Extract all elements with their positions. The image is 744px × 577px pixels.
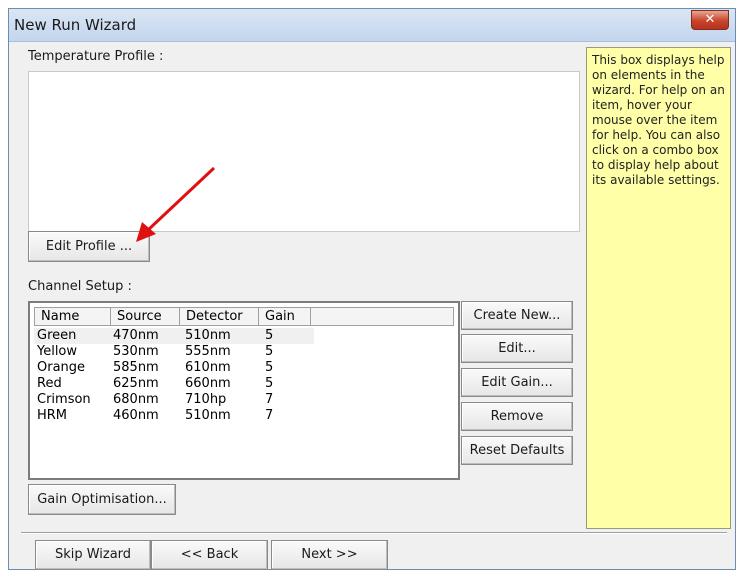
- back-label: << Back: [180, 547, 239, 562]
- skip-wizard-label: Skip Wizard: [54, 547, 132, 562]
- edit-gain-button[interactable]: Edit Gain...: [461, 368, 573, 397]
- channel-detector: 610nm: [185, 360, 231, 375]
- channel-row[interactable]: Green 470nm 510nm 5: [34, 328, 314, 344]
- create-new-label: Create New...: [473, 308, 561, 323]
- channel-detector: 710hp: [185, 392, 227, 407]
- channel-source: 460nm: [113, 408, 159, 423]
- channel-gain: 5: [265, 328, 274, 343]
- channel-source: 530nm: [113, 344, 159, 359]
- channel-detector: 555nm: [185, 344, 231, 359]
- channel-name: Yellow: [37, 344, 78, 359]
- edit-gain-label: Edit Gain...: [481, 375, 553, 390]
- channel-list[interactable]: Name Source Detector Gain Green 470nm 51…: [28, 301, 460, 480]
- back-button[interactable]: << Back: [151, 540, 268, 570]
- channel-detector: 510nm: [185, 328, 231, 343]
- channel-row[interactable]: Orange 585nm 610nm 5: [34, 360, 314, 376]
- channel-gain: 5: [265, 376, 274, 391]
- channel-name: Crimson: [37, 392, 91, 407]
- remove-label: Remove: [490, 409, 544, 424]
- temperature-profile-label: Temperature Profile :: [28, 49, 164, 64]
- edit-profile-label: Edit Profile ...: [45, 239, 133, 254]
- new-run-wizard-window: New Run Wizard ✕ Temperature Profile : E…: [8, 8, 736, 570]
- channel-source: 470nm: [113, 328, 159, 343]
- edit-channel-label: Edit...: [498, 341, 536, 356]
- channel-gain: 7: [265, 408, 274, 423]
- channel-row[interactable]: Red 625nm 660nm 5: [34, 376, 314, 392]
- create-new-button[interactable]: Create New...: [461, 301, 573, 330]
- channel-row[interactable]: Crimson 680nm 710hp 7: [34, 392, 314, 408]
- gain-optimisation-button[interactable]: Gain Optimisation...: [28, 484, 176, 515]
- column-header-gain[interactable]: Gain: [258, 307, 311, 326]
- next-label: Next >>: [301, 547, 358, 562]
- gain-optimisation-label: Gain Optimisation...: [37, 492, 167, 507]
- temperature-profile-area[interactable]: [28, 71, 580, 232]
- column-header-blank: [310, 307, 454, 326]
- channel-name: Orange: [37, 360, 86, 375]
- channel-detector: 660nm: [185, 376, 231, 391]
- channel-row[interactable]: Yellow 530nm 555nm 5: [34, 344, 314, 360]
- channel-detector: 510nm: [185, 408, 231, 423]
- next-button[interactable]: Next >>: [271, 540, 388, 570]
- window-title: New Run Wizard: [14, 16, 137, 34]
- footer-separator: [21, 532, 727, 534]
- column-header-detector[interactable]: Detector: [179, 307, 259, 326]
- edit-channel-button[interactable]: Edit...: [461, 334, 573, 363]
- close-button[interactable]: ✕: [691, 10, 729, 30]
- channel-source: 585nm: [113, 360, 159, 375]
- channel-row[interactable]: HRM 460nm 510nm 7: [34, 408, 314, 424]
- remove-button[interactable]: Remove: [461, 402, 573, 431]
- channel-name: Red: [37, 376, 62, 391]
- channel-gain: 5: [265, 360, 274, 375]
- channel-name: Green: [37, 328, 77, 343]
- channel-gain: 5: [265, 344, 274, 359]
- channel-source: 625nm: [113, 376, 159, 391]
- reset-defaults-label: Reset Defaults: [469, 443, 565, 458]
- column-header-source[interactable]: Source: [110, 307, 180, 326]
- channel-source: 680nm: [113, 392, 159, 407]
- reset-defaults-button[interactable]: Reset Defaults: [461, 436, 573, 465]
- channel-name: HRM: [37, 408, 68, 423]
- title-bar: New Run Wizard ✕: [9, 9, 735, 42]
- skip-wizard-button[interactable]: Skip Wizard: [35, 540, 151, 570]
- column-header-name[interactable]: Name: [34, 307, 111, 326]
- channel-setup-label: Channel Setup :: [28, 279, 132, 294]
- channel-gain: 7: [265, 392, 274, 407]
- help-panel: This box displays help on elements in th…: [586, 47, 731, 529]
- arrow-shaft: [146, 166, 216, 232]
- red-annotation-arrow: [136, 166, 216, 242]
